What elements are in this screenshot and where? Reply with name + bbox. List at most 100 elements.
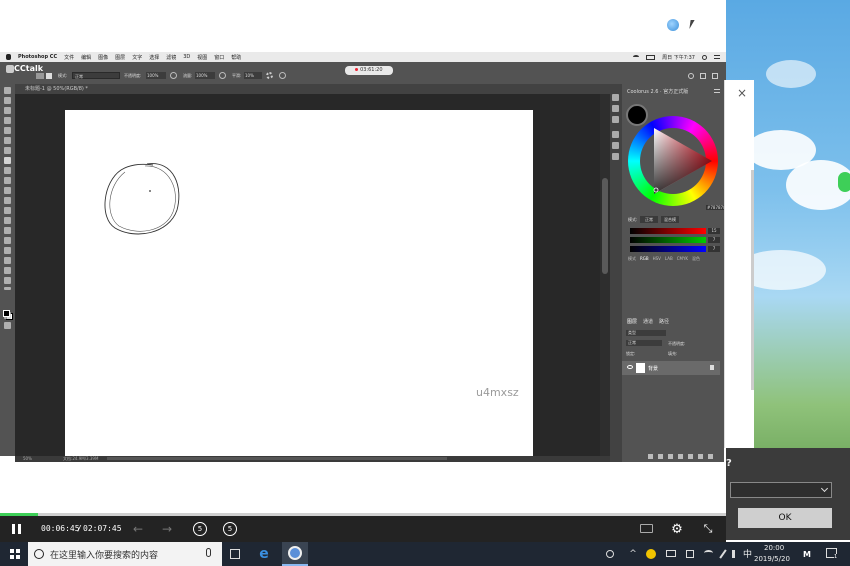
ime-indicator[interactable]: 中 bbox=[743, 547, 752, 560]
blue-slider[interactable] bbox=[630, 246, 706, 252]
exit-fullscreen-icon[interactable]: ⤡ bbox=[701, 522, 715, 536]
brush-tool-active-icon[interactable] bbox=[4, 157, 11, 164]
dialog-close-icon[interactable]: × bbox=[737, 86, 747, 100]
pause-button[interactable] bbox=[12, 524, 21, 534]
apple-icon[interactable] bbox=[6, 54, 11, 60]
panel-menu-icon[interactable] bbox=[714, 89, 720, 93]
ps-canvas[interactable] bbox=[65, 110, 533, 456]
edge-browser-icon[interactable]: e bbox=[256, 546, 272, 562]
ps-document-tab[interactable]: 未标题-1 @ 50%(RGB/8) * bbox=[15, 84, 610, 94]
wifi-tray-icon[interactable] bbox=[704, 550, 713, 556]
tab-paths[interactable]: 路径 bbox=[659, 318, 669, 325]
canvas-vertical-scrollbar[interactable] bbox=[600, 94, 610, 456]
menu-app-name[interactable]: Photoshop CC bbox=[18, 54, 57, 60]
adjust-panel-icon[interactable] bbox=[612, 116, 619, 123]
menu-type[interactable]: 文字 bbox=[132, 54, 142, 61]
airbrush-icon[interactable] bbox=[219, 72, 226, 79]
layer-mask-icon[interactable] bbox=[668, 454, 673, 459]
battery-tray-icon[interactable] bbox=[666, 550, 676, 557]
search-icon[interactable] bbox=[688, 73, 694, 79]
taskbar-time[interactable]: 20:00 bbox=[764, 544, 784, 552]
brush-panel-icon[interactable] bbox=[612, 105, 619, 112]
path-select-tool-icon[interactable] bbox=[4, 247, 11, 254]
delete-layer-icon[interactable] bbox=[708, 454, 713, 459]
gear-icon[interactable]: ⚙ bbox=[670, 522, 684, 537]
current-color-swatch[interactable] bbox=[626, 104, 648, 126]
mode-normal-button[interactable]: 正常 bbox=[640, 216, 658, 223]
eraser-tool-icon[interactable] bbox=[4, 187, 11, 194]
green-slider[interactable] bbox=[630, 237, 706, 243]
group-icon[interactable] bbox=[688, 454, 693, 459]
menu-filter[interactable]: 滤镜 bbox=[166, 54, 176, 61]
history-brush-tool-icon[interactable] bbox=[4, 177, 11, 184]
dialog-ok-button[interactable]: OK bbox=[738, 508, 832, 528]
paragraph-panel-icon[interactable] bbox=[612, 142, 619, 149]
color-panel-icon[interactable] bbox=[612, 94, 619, 101]
brush-preset-picker[interactable] bbox=[36, 73, 44, 79]
menu-image[interactable]: 图像 bbox=[98, 54, 108, 61]
notification-center-icon[interactable] bbox=[714, 55, 720, 59]
skip-forward-5-button[interactable]: 5 bbox=[223, 522, 237, 536]
eyedropper-tool-icon[interactable] bbox=[4, 137, 11, 144]
character-panel-icon[interactable] bbox=[612, 131, 619, 138]
mode-select[interactable]: 正常 bbox=[72, 72, 120, 79]
link-layers-icon[interactable] bbox=[648, 454, 653, 459]
marquee-tool-icon[interactable] bbox=[4, 97, 11, 104]
magic-wand-tool-icon[interactable] bbox=[4, 117, 11, 124]
desktop-widget-icon[interactable] bbox=[838, 172, 850, 192]
menu-select[interactable]: 选择 bbox=[149, 54, 159, 61]
menu-3d[interactable]: 3D bbox=[183, 54, 190, 60]
tab-rgb[interactable]: RGB bbox=[640, 256, 649, 262]
move-tool-icon[interactable] bbox=[4, 87, 11, 94]
tab-cmyk[interactable]: CMYK bbox=[677, 256, 688, 262]
more-tools-icon[interactable] bbox=[4, 287, 11, 290]
shape-tool-icon[interactable] bbox=[4, 257, 11, 264]
color-triangle[interactable] bbox=[640, 128, 714, 194]
people-icon[interactable] bbox=[606, 550, 614, 558]
skip-back-5-button[interactable]: 5 bbox=[193, 522, 207, 536]
tab-layers[interactable]: 图层 bbox=[627, 318, 637, 325]
stamp-tool-icon[interactable] bbox=[4, 167, 11, 174]
network-tray-icon[interactable] bbox=[686, 550, 694, 558]
lasso-tool-icon[interactable] bbox=[4, 107, 11, 114]
wifi-icon[interactable] bbox=[633, 55, 640, 59]
windows-start-icon[interactable] bbox=[10, 549, 20, 559]
microphone-icon[interactable] bbox=[206, 548, 211, 557]
subtitle-icon[interactable] bbox=[640, 524, 653, 533]
spotlight-icon[interactable] bbox=[702, 54, 707, 60]
layer-kind-filter[interactable]: 类型 bbox=[626, 330, 666, 336]
screen-mode-icon[interactable] bbox=[4, 322, 11, 329]
menu-edit[interactable]: 编辑 bbox=[81, 54, 91, 61]
pressure-opacity-icon[interactable] bbox=[170, 72, 177, 79]
wacom-tray-icon[interactable]: M bbox=[800, 548, 814, 560]
red-slider[interactable] bbox=[630, 228, 706, 234]
menu-window[interactable]: 窗口 bbox=[214, 54, 224, 61]
menu-layer[interactable]: 图层 bbox=[115, 54, 125, 61]
pen-tray-icon[interactable] bbox=[719, 549, 727, 559]
dialog-scroll-thumb[interactable] bbox=[751, 170, 754, 390]
flow-field[interactable]: 100% bbox=[195, 72, 215, 79]
type-tool-icon[interactable] bbox=[4, 237, 11, 244]
battery-icon[interactable] bbox=[646, 54, 656, 60]
taskbar-search-box[interactable]: 在这里输入你要搜索的内容 bbox=[28, 542, 222, 566]
gradient-tool-icon[interactable] bbox=[4, 197, 11, 204]
workspace-icon[interactable] bbox=[700, 73, 706, 79]
blur-tool-icon[interactable] bbox=[4, 207, 11, 214]
healing-tool-icon[interactable] bbox=[4, 147, 11, 154]
tab-mix[interactable]: 混色 bbox=[692, 256, 700, 262]
brush-tool-icon[interactable] bbox=[6, 65, 14, 73]
status-zoom[interactable]: 50% bbox=[23, 456, 32, 461]
volume-tray-icon[interactable] bbox=[732, 550, 738, 558]
new-layer-icon[interactable] bbox=[698, 454, 703, 459]
mode-mix-button[interactable]: 混合模 bbox=[661, 216, 679, 223]
properties-panel-icon[interactable] bbox=[612, 153, 619, 160]
zoom-tool-icon[interactable] bbox=[4, 277, 11, 284]
canvas-scroll-thumb[interactable] bbox=[602, 178, 608, 274]
dialog-select[interactable] bbox=[730, 482, 832, 498]
smooth-field[interactable]: 10% bbox=[244, 72, 262, 79]
layer-style-icon[interactable] bbox=[658, 454, 663, 459]
opacity-field[interactable]: 100% bbox=[146, 72, 166, 79]
green-value[interactable]: 7 bbox=[708, 237, 720, 243]
foreground-color-swatch[interactable] bbox=[3, 310, 10, 317]
layer-blend-mode[interactable]: 正常 bbox=[626, 340, 662, 346]
